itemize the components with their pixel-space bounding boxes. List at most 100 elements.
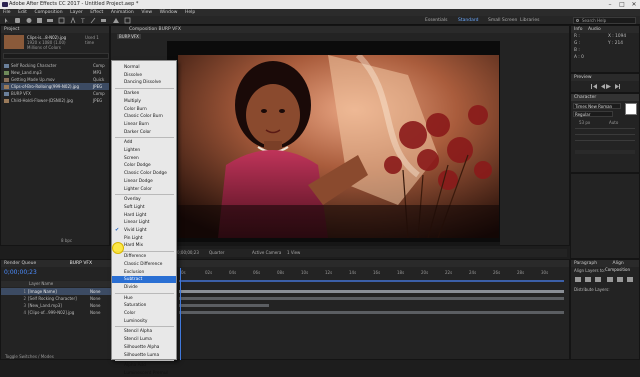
text-style-buttons[interactable] xyxy=(575,150,635,154)
leading-value[interactable]: Auto xyxy=(609,120,618,125)
blend-mode-normal[interactable]: Normal xyxy=(124,64,140,71)
blend-mode-linear-burn[interactable]: Linear Burn xyxy=(124,121,149,128)
tab-preview[interactable]: Preview xyxy=(571,74,639,81)
blend-mode-classic-difference[interactable]: Classic Difference xyxy=(124,261,162,268)
menu-composition[interactable]: Composition xyxy=(34,9,62,16)
layer-parent[interactable]: None xyxy=(90,302,100,309)
timeline-layer[interactable]: 4 [Clips-of...999-N02].jpg None xyxy=(1,309,111,316)
blend-mode-multiply[interactable]: Multiply xyxy=(124,98,141,105)
preview-controls[interactable] xyxy=(591,83,631,90)
blend-mode-add[interactable]: Add xyxy=(124,139,132,146)
blend-mode-classic-color-burn[interactable]: Classic Color Burn xyxy=(124,113,163,120)
project-bpc[interactable]: 8 bpc xyxy=(61,238,72,243)
blend-mode-lighter-color[interactable]: Lighter Color xyxy=(124,186,152,193)
project-item[interactable]: Child-Holdi-Flower-(DSN02).jpg JPEG xyxy=(1,97,109,104)
menu-file[interactable]: File xyxy=(3,9,11,16)
blend-mode-overlay[interactable]: Overlay xyxy=(124,196,141,203)
timeline-timecode[interactable]: 0;00;00;23 xyxy=(4,270,37,276)
viewer-time[interactable]: 0;00;00;23 xyxy=(177,249,199,257)
blend-mode-exclusion[interactable]: Exclusion xyxy=(124,269,144,276)
layer-duration-bar[interactable] xyxy=(179,297,564,300)
layer-parent[interactable]: None xyxy=(90,288,100,295)
work-area-bar[interactable] xyxy=(179,280,564,282)
menu-view[interactable]: View xyxy=(141,9,152,16)
blend-mode-luminosity[interactable]: Luminosity xyxy=(124,318,147,325)
time-ruler[interactable]: 0s 02s 04s 06s 08s 10s 12s 14s 16s 18s 20s 22s 24s 26… xyxy=(179,268,564,280)
tab-info[interactable]: Info xyxy=(574,27,583,32)
blend-mode-hue[interactable]: Hue xyxy=(124,295,133,302)
menu-edit[interactable]: Edit xyxy=(18,9,27,16)
blend-mode-silhouette-alpha[interactable]: Silhouette Alpha xyxy=(124,344,159,351)
composition-tab[interactable]: Composition BURP VFX xyxy=(111,26,569,33)
project-search-input[interactable] xyxy=(3,53,109,59)
views-dropdown[interactable]: 1 View xyxy=(287,249,300,257)
blend-mode-classic-color-dodge[interactable]: Classic Color Dodge xyxy=(124,170,167,177)
blend-mode-linear-dodge[interactable]: Linear Dodge xyxy=(124,178,153,185)
current-time-indicator[interactable] xyxy=(180,268,181,360)
blend-mode-hard-light[interactable]: Hard Light xyxy=(124,212,146,219)
menu-layer[interactable]: Layer xyxy=(70,9,83,16)
layer-parent[interactable]: None xyxy=(90,309,100,316)
workspace-essentials[interactable]: Essentials xyxy=(425,17,448,24)
composition-subtab[interactable]: BURP VFX xyxy=(117,34,141,39)
blend-mode-color-dodge[interactable]: Color Dodge xyxy=(124,162,151,169)
search-help-input[interactable]: Search Help xyxy=(573,17,636,24)
project-item[interactable]: Self Rocking Character Comp xyxy=(1,62,109,69)
blend-mode-difference[interactable]: Difference xyxy=(124,253,146,260)
tab-render-queue[interactable]: Render Queue xyxy=(4,261,36,266)
blend-mode-color[interactable]: Color xyxy=(124,310,135,317)
blend-mode-soft-light[interactable]: Soft Light xyxy=(124,204,145,211)
blend-mode-darker-color[interactable]: Darker Color xyxy=(124,129,151,136)
font-size-value[interactable]: 53 px xyxy=(579,120,590,125)
blend-mode-alpha-add[interactable]: Alpha Add xyxy=(124,362,146,369)
fill-color-swatch[interactable] xyxy=(625,103,637,115)
blend-mode-dissolve[interactable]: Dissolve xyxy=(124,72,142,79)
layer-parent[interactable]: None xyxy=(90,295,100,302)
workspace-libraries[interactable]: Libraries xyxy=(520,17,539,24)
blend-mode-stencil-alpha[interactable]: Stencil Alpha xyxy=(124,328,152,335)
tab-audio[interactable]: Audio xyxy=(588,27,601,32)
timeline-layer[interactable]: 1 [Image Name] None xyxy=(1,288,111,295)
menu-effect[interactable]: Effect xyxy=(90,9,103,16)
layer-duration-bar[interactable] xyxy=(179,304,269,307)
layer-duration-bar[interactable] xyxy=(179,311,564,314)
timeline-layer[interactable]: 3 [New_Land.mp3] None xyxy=(1,302,111,309)
maximize-button[interactable]: □ xyxy=(616,0,628,9)
blend-mode-luminescent-premul[interactable]: Luminescent Premul xyxy=(124,370,168,377)
align-buttons[interactable] xyxy=(575,276,635,284)
timeline-layer[interactable]: 2 [Self Rocking Character] None xyxy=(1,295,111,302)
workspace-small-screen[interactable]: Small Screen xyxy=(488,17,517,24)
blend-mode-saturation[interactable]: Saturation xyxy=(124,302,146,309)
tab-paragraph[interactable]: Paragraph xyxy=(574,261,597,266)
resolution-dropdown[interactable]: Quarter xyxy=(209,249,224,257)
blend-mode-hard-mix[interactable]: Hard Mix xyxy=(124,242,143,249)
toggle-switches-modes[interactable]: Toggle Switches / Modes xyxy=(5,354,54,359)
layer-name-header[interactable]: Layer Name xyxy=(1,281,111,287)
workspace-standard[interactable]: Standard xyxy=(458,17,478,24)
blend-mode-pin-light[interactable]: Pin Light xyxy=(124,235,143,242)
font-family-dropdown[interactable]: Times New Roman xyxy=(573,103,621,109)
menu-animation[interactable]: Animation xyxy=(111,9,134,16)
align-to-dropdown[interactable]: Composition xyxy=(605,267,630,272)
tab-burp-vfx[interactable]: BURP VFX xyxy=(70,261,92,266)
project-tab[interactable]: Project xyxy=(1,26,109,33)
blend-mode-darken[interactable]: Darken xyxy=(124,90,139,97)
menu-help[interactable]: Help xyxy=(185,9,195,16)
blend-mode-stencil-luma[interactable]: Stencil Luma xyxy=(124,336,152,343)
close-button[interactable]: ✕ xyxy=(628,0,640,9)
font-style-dropdown[interactable]: Regular xyxy=(573,111,613,117)
blend-mode-subtract[interactable]: Subtract xyxy=(112,276,176,284)
layer-duration-bar[interactable] xyxy=(179,290,564,293)
blend-mode-lighten[interactable]: Lighten xyxy=(124,147,140,154)
blend-mode-dancing-dissolve[interactable]: Dancing Dissolve xyxy=(124,79,161,86)
project-item[interactable]: New_Land.mp3 MP3 xyxy=(1,69,109,76)
tab-align[interactable]: Align xyxy=(613,261,624,266)
tool-icons[interactable]: T xyxy=(3,17,183,24)
blend-mode-screen[interactable]: Screen xyxy=(124,155,139,162)
blend-mode-linear-light[interactable]: Linear Light xyxy=(124,219,149,226)
minimize-button[interactable]: – xyxy=(604,0,616,9)
tab-character[interactable]: Character xyxy=(571,94,639,101)
project-item-selected[interactable]: Clips-of-Bro-Rolloing(999-N02).jpg JPEG xyxy=(1,83,109,90)
blend-mode-silhouette-luma[interactable]: Silhouette Luma xyxy=(124,352,159,359)
project-item[interactable]: BURP VFX Comp xyxy=(1,90,109,97)
